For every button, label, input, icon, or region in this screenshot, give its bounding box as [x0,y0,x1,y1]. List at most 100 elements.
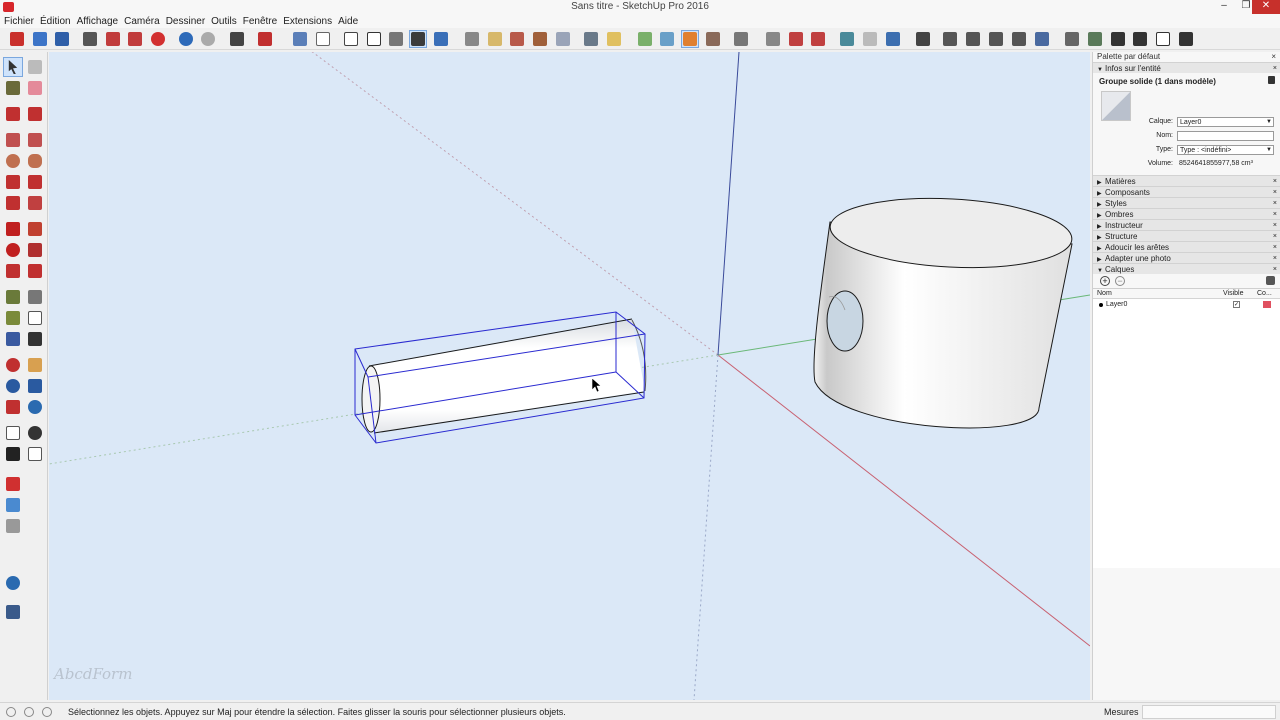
geo-tool[interactable] [3,573,23,593]
tb-intersect-button[interactable] [658,30,676,48]
eraser-tool[interactable] [25,78,45,98]
lock-icon[interactable] [1268,76,1275,84]
position-camera-tool[interactable] [3,423,23,443]
arc-tool[interactable] [3,172,23,192]
tape-measure-tool[interactable] [3,287,23,307]
make-component-tool[interactable] [25,57,45,77]
tb-layout-button[interactable] [1086,30,1104,48]
tb-undo-button[interactable] [177,30,195,48]
tb-camera-5-button[interactable] [1010,30,1028,48]
type-select[interactable]: Type : <indéfini> ▼ [1177,145,1274,155]
section-plane-tool[interactable] [25,444,45,464]
tb-terrain-button[interactable] [861,30,879,48]
tb-paste-button[interactable] [126,30,144,48]
tb-3d-warehouse-button[interactable] [884,30,902,48]
help-status-icon[interactable] [42,707,52,717]
3d-text-tool[interactable] [25,329,45,349]
name-input[interactable] [1177,131,1274,141]
tb-trim-button[interactable] [704,30,722,48]
tb-drape-button[interactable] [809,30,827,48]
tb-redo-button[interactable] [199,30,217,48]
credits-status-icon[interactable] [24,707,34,717]
section-calques[interactable]: ▼ Calques × [1093,263,1280,274]
dimension-tool[interactable] [25,287,45,307]
close-button[interactable]: ✕ [1252,0,1280,14]
move-tool[interactable] [3,219,23,239]
sandbox-tool[interactable] [3,602,23,622]
tb-monochrome-button[interactable] [432,30,450,48]
select-tool[interactable] [3,57,23,77]
tb-model-info-button[interactable] [256,30,274,48]
offset-tool[interactable] [25,261,45,281]
layer-row[interactable]: Layer0 ✓ [1093,299,1280,310]
tb-open-button[interactable] [31,30,49,48]
tb-top-view-button[interactable] [486,30,504,48]
tb-shaded-button[interactable] [387,30,405,48]
rotate-tool[interactable] [3,240,23,260]
section-styles[interactable]: ▶ Styles × [1093,197,1280,208]
tb-building-button[interactable] [1177,30,1195,48]
three-point-arc-tool[interactable] [3,193,23,213]
layer-select[interactable]: Layer0 ▼ [1177,117,1274,127]
tb-home-button[interactable] [1109,30,1127,48]
zoom-tool[interactable] [3,376,23,396]
text-tool[interactable] [25,308,45,328]
tb-camera-3-button[interactable] [964,30,982,48]
section-entity-info[interactable]: ▼ Infos sur l'entité × [1093,62,1280,73]
tb-wireframe-button[interactable] [342,30,360,48]
tb-extension-warehouse-button[interactable] [8,30,26,48]
tb-hidden-line-button[interactable] [365,30,383,48]
freehand-tool[interactable] [25,104,45,124]
orbit-tool[interactable] [3,355,23,375]
section-structure[interactable]: ▶ Structure × [1093,230,1280,241]
layer-options-icon[interactable] [1266,276,1275,285]
tb-print-button[interactable] [228,30,246,48]
line-tool[interactable] [3,104,23,124]
walk-tool[interactable] [3,444,23,464]
polygon-tool[interactable] [25,151,45,171]
menu-camera[interactable]: Caméra [124,16,165,27]
tb-camera-2-button[interactable] [941,30,959,48]
menu-aide[interactable]: Aide [338,16,363,27]
section-instructeur[interactable]: ▶ Instructeur × [1093,219,1280,230]
layer-color-swatch[interactable] [1263,301,1271,308]
section-adoucir-aretes[interactable]: ▶ Adoucir les arêtes × [1093,241,1280,252]
selected-cylinder[interactable] [354,311,647,444]
scale-tool[interactable] [3,261,23,281]
pie-tool[interactable] [25,193,45,213]
menu-extensions[interactable]: Extensions [283,16,337,27]
two-point-arc-tool[interactable] [25,172,45,192]
extension-manager-tool[interactable] [3,495,23,515]
previous-view-tool[interactable] [25,397,45,417]
rectangle-tool[interactable] [3,130,23,150]
measurements-input[interactable] [1142,705,1276,719]
rotated-rectangle-tool[interactable] [25,130,45,150]
tb-solid-union-button[interactable] [636,30,654,48]
tb-back-view-button[interactable] [554,30,572,48]
menu-fichier[interactable]: Fichier [4,16,39,27]
menu-affichage[interactable]: Affichage [77,16,124,27]
menu-outils[interactable]: Outils [211,16,242,27]
tb-section-display-button[interactable] [605,30,623,48]
tb-cut-button[interactable] [81,30,99,48]
tb-stamp-button[interactable] [787,30,805,48]
follow-me-tool[interactable] [25,240,45,260]
zoom-window-tool[interactable] [25,376,45,396]
section-adapter-photo[interactable]: ▶ Adapter une photo × [1093,252,1280,263]
col-visible[interactable]: Visible [1223,289,1244,299]
tb-xray-button[interactable] [291,30,309,48]
barrel-solid[interactable] [813,193,1074,429]
tb-copy-button[interactable] [104,30,122,48]
col-color[interactable]: Co... [1257,289,1272,299]
tb-shaded-textures-button[interactable] [409,30,427,48]
delete-layer-button[interactable]: − [1115,276,1125,286]
tb-sandbox-button[interactable] [764,30,782,48]
circle-tool[interactable] [3,151,23,171]
zoom-extents-tool[interactable] [3,397,23,417]
layer-visible-checkbox[interactable]: ✓ [1233,301,1240,308]
push-pull-tool[interactable] [25,219,45,239]
warehouse-tool[interactable] [3,474,23,494]
tb-subtract-button[interactable] [681,30,699,48]
active-layer-radio[interactable] [1099,303,1103,307]
pan-tool[interactable] [25,355,45,375]
